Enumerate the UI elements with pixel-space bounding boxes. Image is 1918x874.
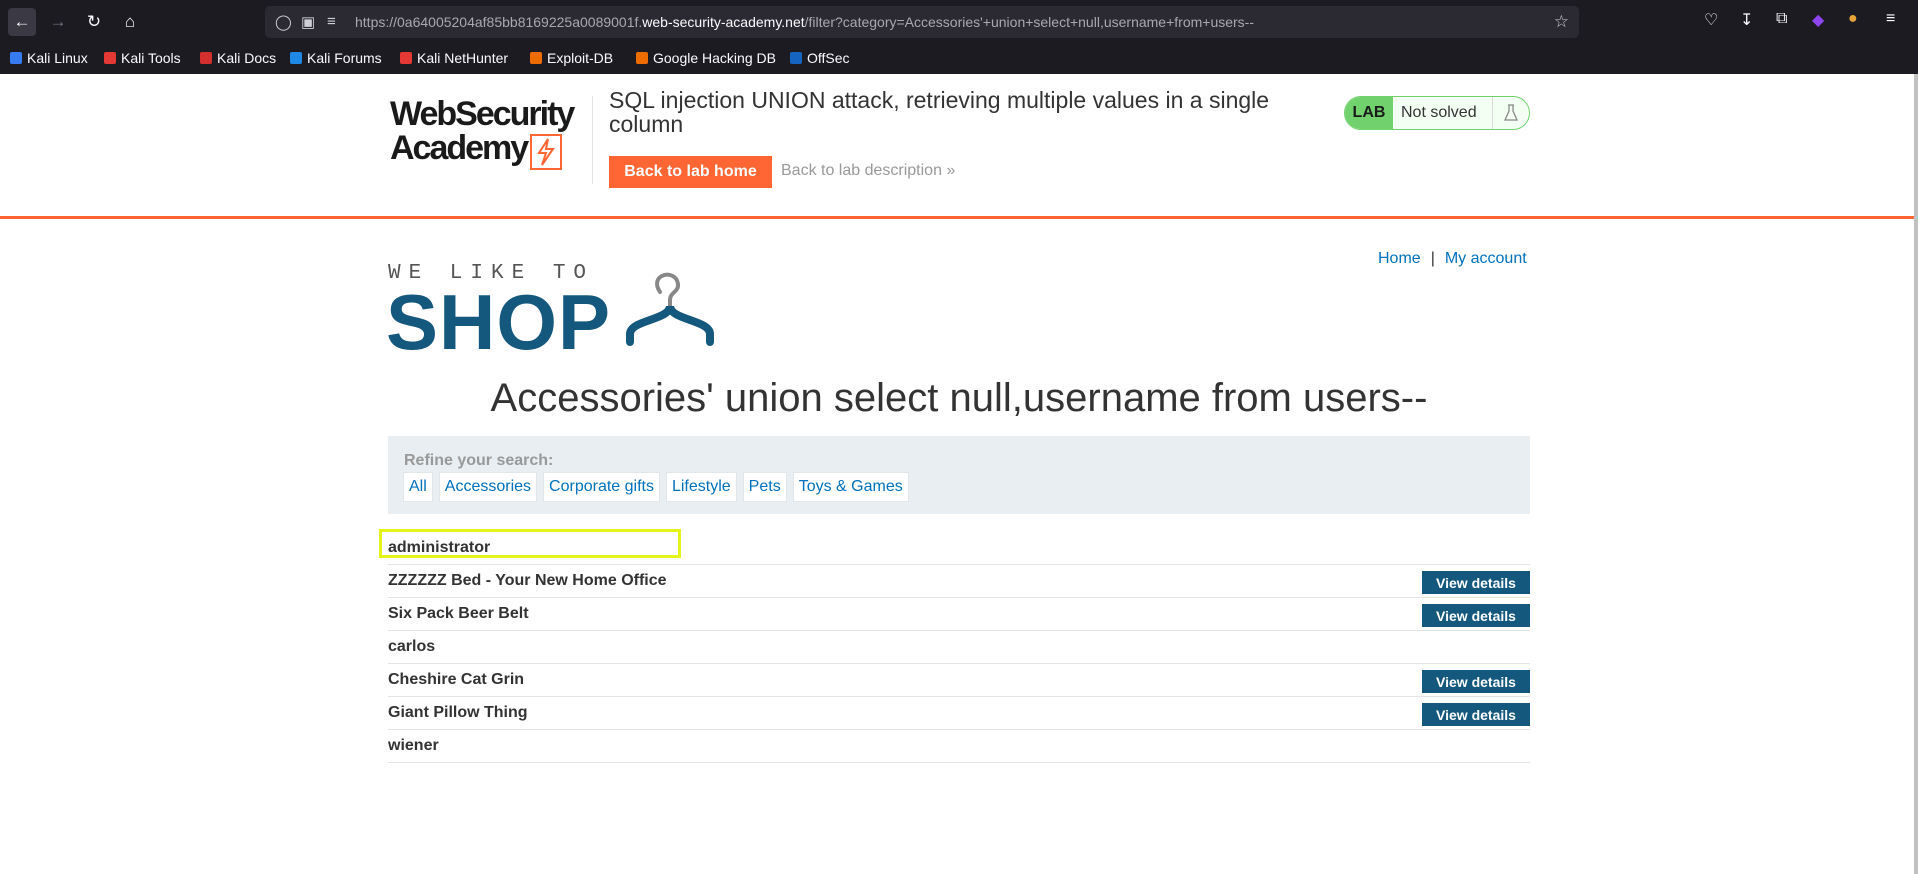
filter-category-link[interactable]: Toys & Games [792, 472, 909, 502]
bookmark-label: OffSec [807, 50, 850, 66]
bookmark-label: Exploit-DB [547, 50, 614, 66]
lab-title: SQL injection UNION attack, retrieving m… [609, 87, 1270, 137]
flask-icon [1492, 97, 1529, 129]
result-name: Cheshire Cat Grin [388, 671, 525, 688]
foxyproxy-icon[interactable]: ● [1848, 10, 1858, 28]
filter-label: Refine your search: [404, 452, 554, 469]
bookmark-favicon-icon [10, 52, 22, 64]
bookmark-favicon-icon [530, 52, 542, 64]
shield-icon[interactable]: ◯ [275, 13, 292, 31]
menu-icon[interactable]: ≡ [1886, 10, 1895, 28]
top-navigation: Home | My account [1378, 250, 1527, 268]
result-name: ZZZZZZ Bed - Your New Home Office [388, 572, 667, 589]
bookmark-favicon-icon [104, 52, 116, 64]
bookmark-item[interactable]: Google Hacking DB [636, 50, 776, 66]
page-heading: Accessories' union select null,username … [490, 376, 1428, 420]
lab-status-text: Not solved [1401, 104, 1477, 121]
browser-toolbar: ← → ↻ ⌂ ◯ ▣ ≡ https://0a64005204af85bb81… [0, 0, 1918, 44]
bookmark-label: Kali Forums [307, 50, 382, 66]
back-to-lab-description-link[interactable]: Back to lab description » [781, 162, 955, 180]
result-row: ZZZZZZ Bed - Your New Home Office View de… [388, 565, 1530, 598]
result-name: Giant Pillow Thing [388, 704, 528, 721]
view-details-button[interactable]: View details [1422, 604, 1530, 627]
bookmark-favicon-icon [790, 52, 802, 64]
address-bar[interactable]: ◯ ▣ ≡ https://0a64005204af85bb8169225a00… [265, 6, 1579, 38]
lab-header: WebSecurity Academy SQL injection UNION … [0, 74, 1914, 219]
my-account-link[interactable]: My account [1445, 250, 1527, 267]
filter-panel: Refine your search: All Accessories Corpor… [388, 436, 1530, 514]
filter-category-link[interactable]: All [403, 472, 433, 502]
highlight-box [379, 529, 681, 558]
filter-category-link[interactable]: Accessories [438, 472, 538, 502]
back-arrow-icon[interactable]: ← [8, 8, 36, 36]
permissions-icon[interactable]: ≡ [327, 13, 336, 30]
bookmark-label: Kali Linux [27, 50, 88, 66]
view-details-button[interactable]: View details [1422, 670, 1530, 693]
back-to-lab-home-button[interactable]: Back to lab home [609, 156, 772, 188]
bookmark-favicon-icon [636, 52, 648, 64]
bookmark-favicon-icon [200, 52, 212, 64]
lightning-bolt-icon [530, 134, 562, 170]
bookmark-label: Kali Tools [121, 50, 181, 66]
bookmark-favicon-icon [400, 52, 412, 64]
filter-categories: All Accessories Corporate gifts Lifestyle Pe… [403, 472, 909, 502]
shop-word: SHOP [386, 278, 612, 366]
filter-category-link[interactable]: Corporate gifts [543, 472, 660, 502]
forward-arrow-icon[interactable]: → [44, 8, 72, 36]
extensions-icon[interactable]: ⧉ [1776, 10, 1787, 28]
hanger-icon [626, 272, 714, 346]
header-divider [592, 96, 593, 184]
result-name: carlos [388, 638, 436, 655]
reload-icon[interactable]: ↻ [80, 8, 108, 36]
nav-separator: | [1430, 250, 1435, 267]
bookmark-item[interactable]: Kali NetHunter [400, 50, 508, 66]
bookmark-star-icon[interactable]: ☆ [1554, 12, 1569, 32]
download-icon[interactable]: ↧ [1740, 10, 1753, 30]
result-row: administrator [379, 529, 1530, 565]
bookmark-item[interactable]: Exploit-DB [530, 50, 613, 66]
shop-logo: WE LIKE TO SHOP [386, 262, 748, 362]
result-name: wiener [388, 737, 439, 754]
home-link[interactable]: Home [1378, 250, 1421, 267]
view-details-button[interactable]: View details [1422, 571, 1530, 594]
double-chevron-right-icon: » [946, 162, 956, 179]
web-security-academy-logo[interactable]: WebSecurity Academy [390, 96, 575, 182]
filter-category-link[interactable]: Lifestyle [665, 472, 737, 502]
lab-status-widget: LAB Not solved [1344, 96, 1530, 130]
result-name: Six Pack Beer Belt [388, 605, 529, 622]
extension-badge-icon[interactable]: ◆ [1812, 10, 1824, 30]
bookmarks-bar: Kali Linux Kali Tools Kali Docs Kali Forums… [0, 44, 1918, 75]
filter-category-link[interactable]: Pets [742, 472, 787, 502]
page-scrollbar[interactable] [1914, 74, 1918, 874]
home-icon[interactable]: ⌂ [116, 8, 144, 36]
bookmark-item[interactable]: Kali Forums [290, 50, 382, 66]
bookmark-favicon-icon [290, 52, 302, 64]
bookmark-item[interactable]: OffSec [790, 50, 850, 66]
result-row: Giant Pillow Thing View details [388, 697, 1530, 730]
url-text[interactable]: https://0a64005204af85bb8169225a0089001f… [355, 14, 1254, 30]
result-row: Six Pack Beer Belt View details [388, 598, 1530, 631]
page-content: WebSecurity Academy SQL injection UNION … [0, 74, 1914, 874]
result-row: carlos [388, 631, 1530, 664]
result-row: Cheshire Cat Grin View details [388, 664, 1530, 697]
pocket-icon[interactable]: ♡ [1704, 10, 1718, 30]
view-details-button[interactable]: View details [1422, 703, 1530, 726]
bookmark-label: Google Hacking DB [653, 50, 776, 66]
bookmark-item[interactable]: Kali Docs [200, 50, 276, 66]
lock-icon[interactable]: ▣ [301, 13, 315, 31]
bookmark-item[interactable]: Kali Linux [10, 50, 88, 66]
bookmark-item[interactable]: Kali Tools [104, 50, 181, 66]
lab-badge: LAB [1345, 97, 1393, 129]
bookmark-label: Kali NetHunter [417, 50, 509, 66]
bookmark-label: Kali Docs [217, 50, 277, 66]
results-list: administrator ZZZZZZ Bed - Your New Home … [379, 529, 1530, 763]
result-row: wiener [388, 730, 1530, 763]
